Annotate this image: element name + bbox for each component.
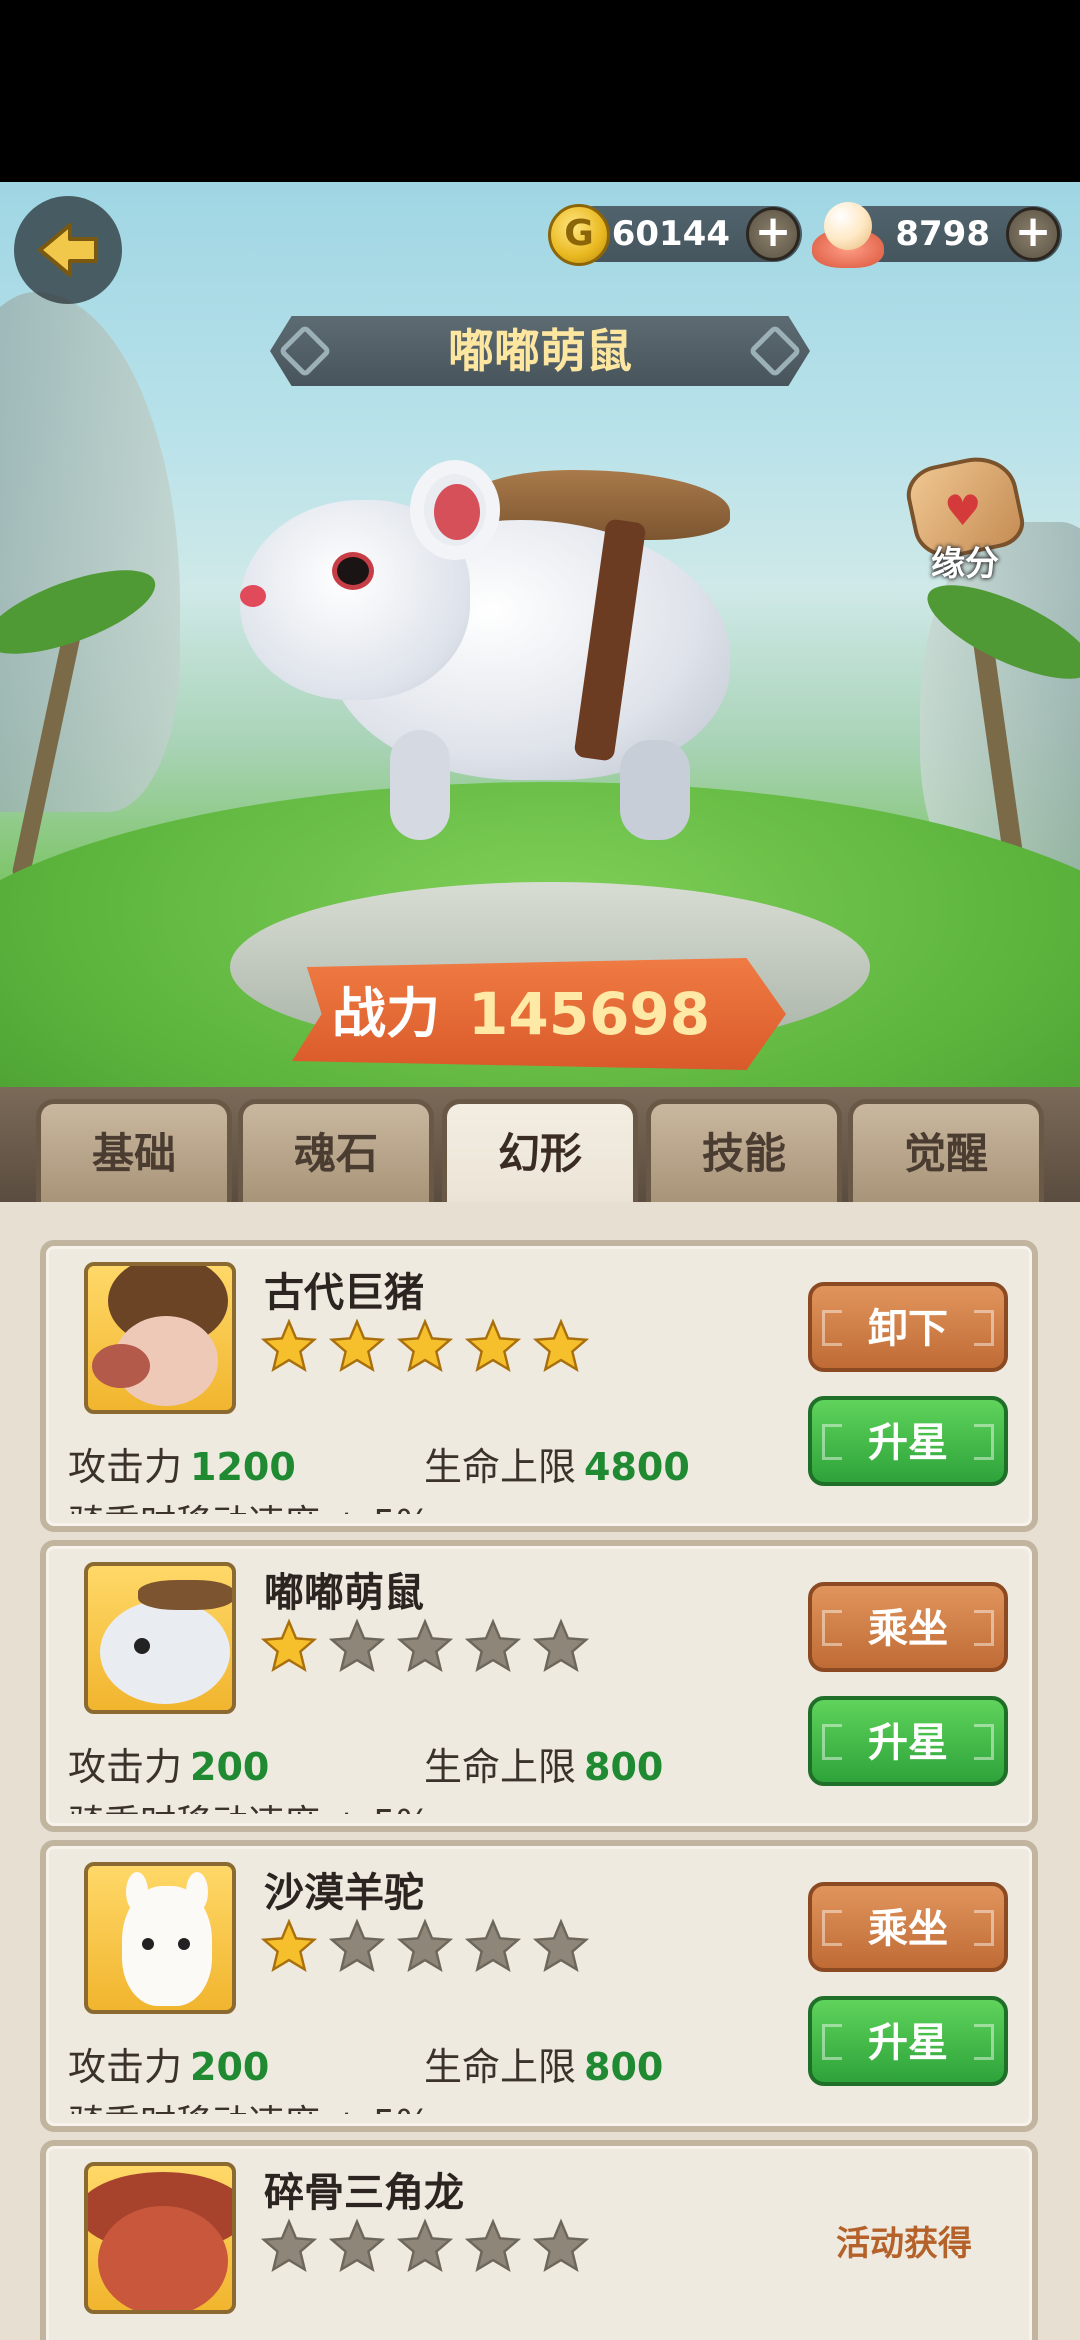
gold-coin-icon: G bbox=[548, 204, 610, 266]
star-empty-icon bbox=[396, 1918, 454, 1972]
star-filled-icon bbox=[328, 1318, 386, 1372]
chevron-right-icon bbox=[974, 1424, 994, 1460]
star-rating bbox=[260, 2218, 600, 2282]
hp-stat: 生命上限 800 bbox=[424, 1745, 664, 1789]
mount-name: 碎骨三角龙 bbox=[264, 2170, 464, 2216]
star-up-button[interactable]: 升星 bbox=[808, 1696, 1008, 1786]
list-item: 沙漠羊驼 攻击力200 生命上限800 骑乘时移动速度 + 5% 乘坐 升星 bbox=[40, 1840, 1038, 2132]
star-empty-icon bbox=[532, 1918, 590, 1972]
list-item: 嘟嘟萌鼠 攻击力200 生命上限800 骑乘时移动速度 + 5% 乘坐 升星 bbox=[40, 1540, 1038, 1832]
chevron-left-icon bbox=[822, 1910, 842, 1946]
add-gold-button[interactable]: + bbox=[746, 207, 800, 261]
list-item: 碎骨三角龙 活动获得 bbox=[40, 2140, 1038, 2340]
tab-skills[interactable]: 技能 bbox=[646, 1099, 842, 1202]
star-empty-icon bbox=[396, 2218, 454, 2272]
chevron-right-icon bbox=[974, 1310, 994, 1346]
star-filled-icon bbox=[260, 1618, 318, 1672]
pearl-icon bbox=[812, 202, 884, 268]
power-label: 战力 bbox=[332, 982, 440, 1045]
star-empty-icon bbox=[532, 1618, 590, 1672]
mouse-leg bbox=[620, 740, 690, 840]
ride-button[interactable]: 乘坐 bbox=[808, 1882, 1008, 1972]
star-empty-icon bbox=[260, 2218, 318, 2272]
attack-stat: 攻击力 1200 bbox=[68, 1445, 296, 1489]
tab-basic[interactable]: 基础 bbox=[36, 1099, 232, 1202]
llama-portrait-icon[interactable] bbox=[84, 1862, 236, 2014]
star-empty-icon bbox=[328, 1918, 386, 1972]
star-empty-icon bbox=[464, 2218, 522, 2272]
star-up-button[interactable]: 升星 bbox=[808, 1996, 1008, 2086]
combat-power-banner: 战力 145698 bbox=[292, 958, 786, 1070]
power-value: 145698 bbox=[468, 980, 711, 1048]
tab-soulstone[interactable]: 魂石 bbox=[238, 1099, 434, 1202]
chevron-left-icon bbox=[822, 1424, 842, 1460]
mouse-nose bbox=[240, 585, 266, 607]
star-rating bbox=[260, 1918, 600, 1982]
speed-bonus-text: 骑乘时移动速度 + 5% bbox=[68, 2094, 430, 2114]
mount-name: 嘟嘟萌鼠 bbox=[264, 1570, 424, 1616]
ride-button[interactable]: 乘坐 bbox=[808, 1582, 1008, 1672]
back-arrow-icon bbox=[38, 223, 98, 277]
tab-bar: 基础 魂石 幻形 技能 觉醒 bbox=[0, 1087, 1080, 1202]
pet-model-mouse[interactable] bbox=[240, 440, 760, 860]
chevron-right-icon bbox=[974, 1610, 994, 1646]
mount-list[interactable]: 古代巨猪 攻击力1200 生命上限4800 骑乘时移动速度 + 5% 卸下 升星… bbox=[0, 1202, 1080, 2340]
boar-portrait-icon[interactable] bbox=[84, 1262, 236, 1414]
pet-name-banner: 嘟嘟萌鼠 bbox=[270, 316, 810, 386]
star-empty-icon bbox=[464, 1918, 522, 1972]
unequip-button[interactable]: 卸下 bbox=[808, 1282, 1008, 1372]
star-empty-icon bbox=[396, 1618, 454, 1672]
heart-icon: ♥ bbox=[944, 486, 982, 535]
star-filled-icon bbox=[260, 1318, 318, 1372]
pet-name: 嘟嘟萌鼠 bbox=[448, 324, 632, 378]
chevron-left-icon bbox=[822, 1610, 842, 1646]
fate-button[interactable]: ♥ 缘分 bbox=[900, 449, 1030, 586]
star-empty-icon bbox=[328, 2218, 386, 2272]
chevron-right-icon bbox=[974, 1724, 994, 1760]
star-up-button[interactable]: 升星 bbox=[808, 1396, 1008, 1486]
chevron-right-icon bbox=[974, 1910, 994, 1946]
chevron-left-icon bbox=[822, 1724, 842, 1760]
star-empty-icon bbox=[328, 1618, 386, 1672]
chevron-right-icon bbox=[974, 2024, 994, 2060]
speed-bonus-text: 骑乘时移动速度 + 5% bbox=[68, 1494, 430, 1514]
star-rating bbox=[260, 1318, 600, 1382]
mouse-leg bbox=[390, 730, 450, 840]
star-empty-icon bbox=[532, 2218, 590, 2272]
attack-stat: 攻击力 200 bbox=[68, 1745, 270, 1789]
back-button[interactable] bbox=[14, 196, 122, 304]
obtain-source-text: 活动获得 bbox=[836, 2224, 972, 2264]
star-filled-icon bbox=[396, 1318, 454, 1372]
background-cliff bbox=[0, 292, 180, 812]
mouse-portrait-icon[interactable] bbox=[84, 1562, 236, 1714]
triceratops-portrait-icon[interactable] bbox=[84, 2162, 236, 2314]
hp-stat: 生命上限 800 bbox=[424, 2045, 664, 2089]
speed-bonus-text: 骑乘时移动速度 + 5% bbox=[68, 1794, 430, 1814]
fate-label: 缘分 bbox=[931, 544, 999, 584]
pearl-amount: 8798 bbox=[895, 214, 990, 254]
chevron-left-icon bbox=[822, 2024, 842, 2060]
tab-transform[interactable]: 幻形 bbox=[442, 1099, 638, 1202]
attack-stat: 攻击力 200 bbox=[68, 2045, 270, 2089]
chevron-left-icon bbox=[822, 1310, 842, 1346]
mount-name: 古代巨猪 bbox=[264, 1270, 424, 1316]
star-filled-icon bbox=[260, 1918, 318, 1972]
hp-stat: 生命上限 4800 bbox=[424, 1445, 690, 1489]
list-item: 古代巨猪 攻击力1200 生命上限4800 骑乘时移动速度 + 5% 卸下 升星 bbox=[40, 1240, 1038, 1532]
tab-awaken[interactable]: 觉醒 bbox=[848, 1099, 1044, 1202]
status-bar-area bbox=[0, 0, 1080, 182]
mouse-ear bbox=[410, 460, 500, 560]
star-filled-icon bbox=[532, 1318, 590, 1372]
add-pearl-button[interactable]: + bbox=[1006, 207, 1060, 261]
mount-name: 沙漠羊驼 bbox=[264, 1870, 424, 1916]
star-filled-icon bbox=[464, 1318, 522, 1372]
gold-amount: 60144 bbox=[611, 214, 730, 254]
mouse-eye bbox=[332, 552, 374, 590]
star-empty-icon bbox=[464, 1618, 522, 1672]
star-rating bbox=[260, 1618, 600, 1682]
